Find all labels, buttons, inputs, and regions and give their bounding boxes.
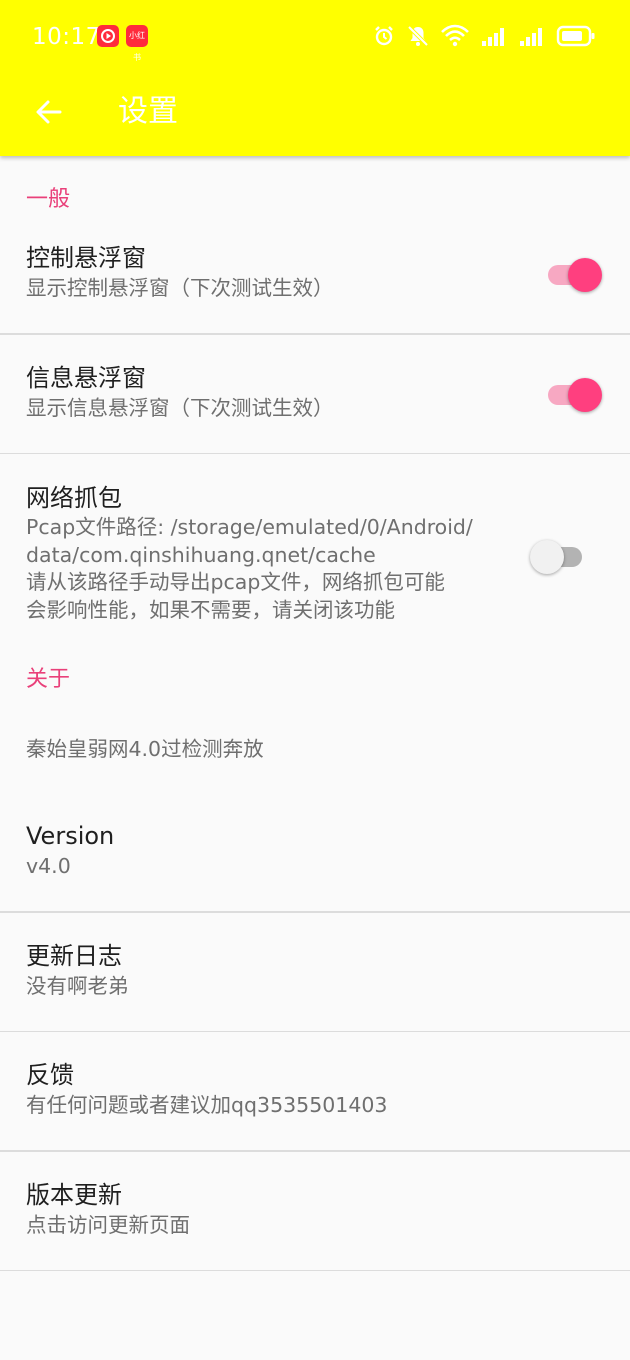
pref-summary-line-1: Pcap文件路径: /storage/emulated/0/Android/: [26, 515, 473, 539]
pref-summary: v4.0: [26, 854, 71, 878]
page-title: 设置: [118, 94, 178, 129]
pref-summary-line-3: 请从该路径手动导出pcap文件，网络抓包可能: [26, 570, 445, 594]
status-icons: [372, 22, 596, 50]
section-header-general: 一般: [26, 187, 71, 212]
pref-summary-line-2: data/com.qinshihuang.qnet/cache: [26, 542, 376, 567]
pref-changelog[interactable]: 更新日志 没有啊老弟: [0, 913, 630, 1031]
pref-packet-capture[interactable]: 网络抓包 Pcap文件路径: /storage/emulated/0/Andro…: [0, 454, 630, 648]
status-time: 10:17: [32, 24, 101, 50]
pref-summary: 没有啊老弟: [26, 973, 129, 998]
pref-title: 版本更新: [26, 1180, 122, 1209]
pref-title: 更新日志: [26, 941, 122, 970]
pref-title: 网络抓包: [26, 484, 122, 512]
settings-list: 一般 控制悬浮窗 显示控制悬浮窗（下次测试生效） 信息悬浮窗 显示信息悬浮窗（下…: [0, 156, 630, 1271]
pref-version[interactable]: Version v4.0: [0, 794, 630, 911]
pref-summary: 点击访问更新页面: [26, 1212, 190, 1237]
back-button[interactable]: [24, 88, 72, 136]
pref-about-description: 秦始皇弱网4.0过检测奔放: [0, 706, 630, 794]
pref-summary-line-4: 会影响性能，如果不需要，请关闭该功能: [26, 597, 395, 622]
about-description: 秦始皇弱网4.0过检测奔放: [26, 737, 264, 761]
pref-title: Version: [26, 822, 115, 850]
switch-thumb: [530, 540, 564, 574]
battery-icon: [556, 25, 595, 47]
toolbar: 设置: [0, 72, 630, 156]
mute-icon: [407, 25, 429, 47]
pref-version-update[interactable]: 版本更新 点击访问更新页面: [0, 1152, 630, 1270]
pref-summary: 显示信息悬浮窗（下次测试生效）: [26, 395, 334, 420]
pref-feedback[interactable]: 反馈 有任何问题或者建议加qq3535501403: [0, 1032, 630, 1150]
section-header-about: 关于: [26, 667, 71, 692]
xiaohongshu-app-icon: 小红书: [126, 25, 148, 62]
pref-info-floating-window[interactable]: 信息悬浮窗 显示信息悬浮窗（下次测试生效）: [0, 335, 630, 453]
signal-icon-2: [520, 28, 542, 46]
pref-control-floating-window[interactable]: 控制悬浮窗 显示控制悬浮窗（下次测试生效）: [0, 238, 630, 333]
pref-title: 信息悬浮窗: [26, 363, 146, 392]
info-floating-window-switch[interactable]: [546, 374, 602, 414]
divider: [0, 1269, 630, 1271]
control-floating-window-switch[interactable]: [546, 254, 602, 294]
video-app-icon: [97, 25, 119, 47]
app-bar: 10:17 小红书 设置: [0, 0, 630, 156]
pref-summary: 显示控制悬浮窗（下次测试生效）: [26, 276, 334, 300]
status-bar: 10:17 小红书: [0, 0, 630, 72]
packet-capture-switch[interactable]: [530, 536, 586, 576]
pref-title: 反馈: [26, 1061, 74, 1089]
switch-thumb: [568, 377, 602, 412]
arrow-back-icon: [36, 100, 62, 124]
switch-thumb: [568, 258, 602, 292]
alarm-icon: [375, 26, 393, 46]
pref-summary: 有任何问题或者建议加qq3535501403: [26, 1093, 388, 1117]
pref-title: 控制悬浮窗: [26, 244, 146, 272]
signal-icon-1: [482, 28, 504, 46]
wifi-icon: [441, 24, 469, 47]
